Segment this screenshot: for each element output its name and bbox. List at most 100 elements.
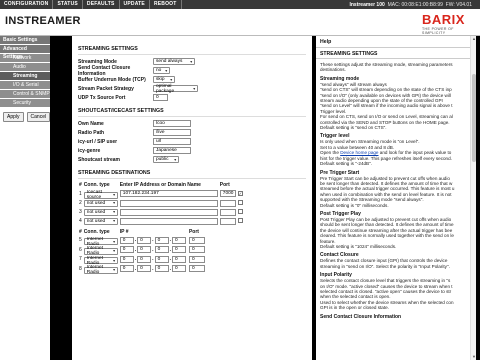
ip-octet-1[interactable]: 0 xyxy=(119,265,134,273)
port-input[interactable]: 0 xyxy=(188,255,205,263)
nav-update[interactable]: UPDATE xyxy=(120,0,150,9)
port-input[interactable] xyxy=(219,199,236,207)
cancel-button[interactable]: Cancel xyxy=(26,112,51,122)
ip-octet-2[interactable]: 0 xyxy=(137,236,152,244)
ip-octet-4[interactable]: 0 xyxy=(171,255,186,263)
icy-genre-input[interactable]: Japanese xyxy=(153,147,191,154)
scrollbar-thumb[interactable] xyxy=(472,74,476,162)
ip-octet-4[interactable]: 0 xyxy=(171,265,186,273)
ip-octet-2[interactable]: 0 xyxy=(137,255,152,263)
app-header: INSTREAMER BARIX THE POWER OF SIMPLICITY xyxy=(0,9,480,36)
address-input[interactable] xyxy=(119,208,218,216)
ip-octet-3[interactable]: 0 xyxy=(154,255,169,263)
buffer-underrun-label: Buffer Underrun Mode (TCP) xyxy=(78,76,146,83)
device-home-link[interactable]: Device home page xyxy=(340,150,378,155)
chevron-down-icon: ▼ xyxy=(112,249,116,253)
conn-type-select[interactable]: Internet Radio ▼ xyxy=(83,246,118,256)
ip-octet-4[interactable]: 0 xyxy=(171,236,186,244)
address-input[interactable] xyxy=(119,217,218,225)
help-section-heading: Send Contact Closure Information xyxy=(320,313,402,320)
destination-row-8: 8 Internet Radio ▼ 0.0.0.0 0 xyxy=(78,264,206,275)
help-text-line: Default setting is "0" milliseconds. xyxy=(320,202,389,208)
help-title: Help xyxy=(316,36,476,48)
sidebar-item-security[interactable]: Security xyxy=(0,99,50,107)
streaming-mode-select[interactable]: send always ▼ xyxy=(153,58,195,65)
col-port: Port xyxy=(219,182,230,188)
ip-octet-1[interactable]: 0 xyxy=(119,255,134,263)
scroll-up-icon[interactable]: ▲ xyxy=(471,36,477,42)
conn-type-select[interactable]: not used ▼ xyxy=(83,217,118,225)
ip-octet-4[interactable]: 0 xyxy=(171,246,186,254)
top-navigation-bar: CONFIGURATION STATUS DEFAULTS UPDATE REB… xyxy=(0,0,480,9)
nav-configuration[interactable]: CONFIGURATION xyxy=(0,0,54,9)
ip-octet-3[interactable]: 0 xyxy=(154,265,169,273)
help-scrollbar[interactable]: ▲ ▼ xyxy=(470,36,476,360)
address-input[interactable]: 107.182.234.197 xyxy=(119,190,218,198)
ip-octet-1[interactable]: 0 xyxy=(119,246,134,254)
enable-checkbox[interactable]: ✓ xyxy=(237,190,243,196)
nav-defaults[interactable]: DEFAULTS xyxy=(83,0,120,9)
udp-port-label: UDP Tx Source Port xyxy=(78,94,126,101)
udp-port-input[interactable]: 0 xyxy=(153,94,168,101)
help-text-line: should be sent longer than detected. It … xyxy=(320,222,454,228)
packet-strategy-select[interactable]: optimal package ▼ xyxy=(153,84,198,94)
address-input[interactable] xyxy=(119,199,218,207)
buffer-underrun-select[interactable]: skip ▼ xyxy=(153,76,175,83)
port-input[interactable] xyxy=(219,208,236,216)
help-text-line: Default setting is "1024" milliseconds. xyxy=(320,243,397,249)
radio-path-input[interactable]: /live xyxy=(153,129,191,136)
menu-basic-settings[interactable]: Basic Settings xyxy=(0,36,50,44)
port-input[interactable] xyxy=(219,217,236,225)
icy-url-input[interactable]: url xyxy=(153,138,191,145)
icy-genre-label: icy-genre xyxy=(78,147,101,154)
destinations-table-1: # Conn. type Enter IP Address or Domain … xyxy=(78,181,244,226)
menu-advanced-settings[interactable]: Advanced Settings xyxy=(0,45,50,60)
conn-type-select[interactable]: Internet Radio ▼ xyxy=(83,265,118,275)
packet-strategy-label: Stream Packet Strategy xyxy=(78,85,134,92)
destination-row-3: 3 not used ▼ xyxy=(78,208,244,217)
nav-status[interactable]: STATUS xyxy=(53,0,83,9)
contact-closure-select[interactable]: no ▼ xyxy=(153,67,170,74)
shoutcast-stream-select[interactable]: public ▼ xyxy=(153,156,179,163)
help-intro-2: destinations. xyxy=(320,67,346,73)
scroll-down-icon[interactable]: ▼ xyxy=(471,354,477,360)
conn-type-select[interactable]: not used ▼ xyxy=(83,208,118,216)
sidebar-item-control-snmp[interactable]: Control & SNMP xyxy=(0,90,50,98)
ip-octet-3[interactable]: 0 xyxy=(154,246,169,254)
conn-type-select[interactable]: not used ▼ xyxy=(83,199,118,207)
streaming-destinations-heading: STREAMING DESTINATIONS xyxy=(78,170,151,176)
shoutcast-stream-label: Shoutcast stream xyxy=(78,156,120,163)
conn-type-select[interactable]: Internet Radio ▼ xyxy=(83,237,118,247)
sidebar-item-io-serial[interactable]: I/O & Serial xyxy=(0,81,50,89)
destinations-table-2: # Conn. type IP # Port 5 Internet Radio ▼… xyxy=(78,228,206,275)
destination-row-1: 1 Icecast source ▼ 107.182.234.197 7000 ✓ xyxy=(78,189,244,200)
logo-tagline: THE POWER OF SIMPLICITY xyxy=(422,27,454,35)
ip-octet-2[interactable]: 0 xyxy=(137,265,152,273)
conn-type-select[interactable]: Internet Radio ▼ xyxy=(83,256,118,266)
port-input[interactable]: 0 xyxy=(188,236,205,244)
apply-button[interactable]: Apply xyxy=(3,112,24,122)
destination-row-7: 7 Internet Radio ▼ 0.0.0.0 0 xyxy=(78,255,206,266)
icy-url-label: icy-url / SIP user xyxy=(78,138,118,145)
nav-reboot[interactable]: REBOOT xyxy=(150,0,182,9)
enable-checkbox[interactable] xyxy=(237,209,243,215)
sidebar-item-audio[interactable]: Audio xyxy=(0,63,50,71)
chevron-down-icon: ▼ xyxy=(112,268,116,272)
device-info: Instreamer 100 MAC: 00:08:E1:00:B8:99 FW… xyxy=(349,1,472,8)
own-name-input[interactable]: lcoo xyxy=(153,120,191,127)
ip-octet-3[interactable]: 0 xyxy=(154,236,169,244)
ip-octet-2[interactable]: 0 xyxy=(137,246,152,254)
enable-checkbox[interactable] xyxy=(237,200,243,206)
help-text-line: Default setting is "send on CTS". xyxy=(320,125,387,131)
destination-row-4: 4 not used ▼ xyxy=(78,217,244,226)
chevron-down-icon: ▼ xyxy=(112,193,116,197)
destination-row-6: 6 Internet Radio ▼ 0.0.0.0 0 xyxy=(78,245,206,256)
sidebar-item-streaming[interactable]: Streaming xyxy=(0,72,50,80)
port-input[interactable]: 0 xyxy=(188,246,205,254)
port-input[interactable]: 0 xyxy=(188,265,205,273)
ip-octet-1[interactable]: 0 xyxy=(119,236,134,244)
conn-type-select[interactable]: Icecast source ▼ xyxy=(83,190,118,200)
port-input[interactable]: 7000 xyxy=(219,190,236,198)
enable-checkbox[interactable] xyxy=(237,218,243,224)
chevron-down-icon: ▼ xyxy=(112,210,116,214)
